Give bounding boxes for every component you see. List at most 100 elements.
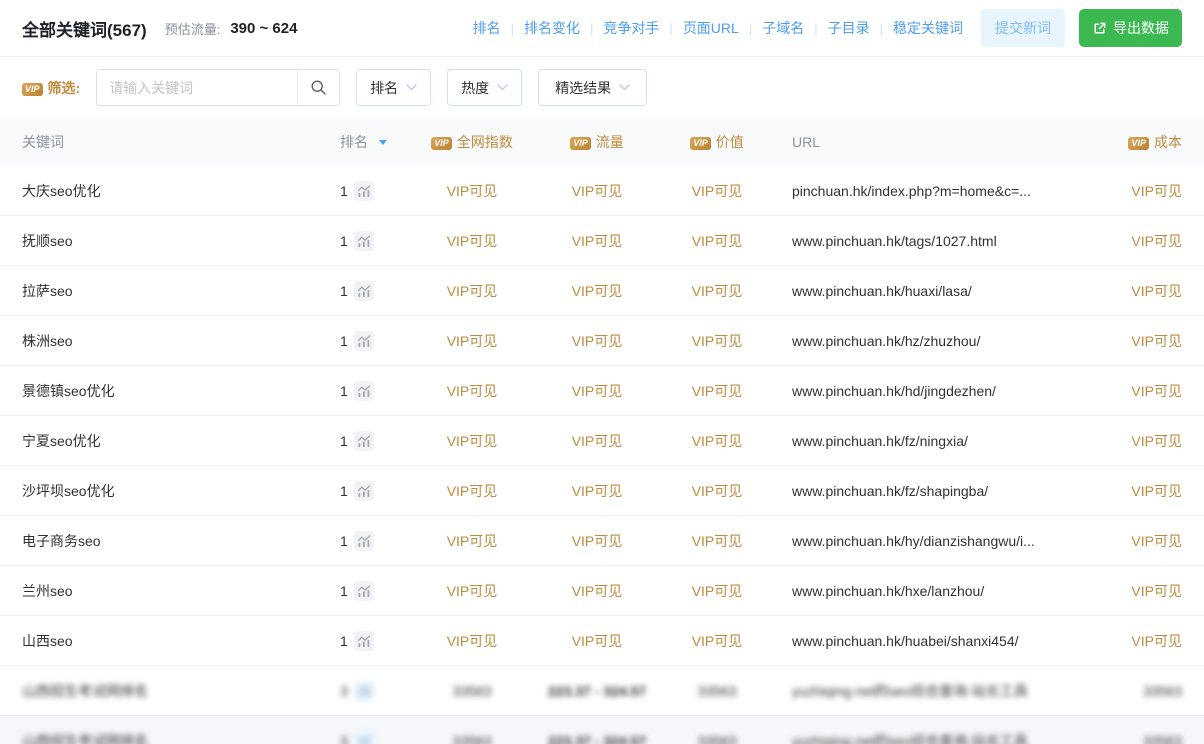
vip-locked-value[interactable]: VIP可见 (1131, 633, 1182, 649)
rank-trend-icon[interactable] (354, 581, 374, 601)
vip-locked-value[interactable]: VIP可见 (447, 633, 498, 649)
sort-desc-icon[interactable] (379, 140, 387, 145)
index-cell[interactable]: VIP可见 (412, 631, 532, 651)
url-cell[interactable]: www.pinchuan.hk/huaxi/lasa/ (772, 283, 1074, 299)
nav-link-5[interactable]: 子目录 (828, 18, 870, 38)
rank-trend-icon[interactable] (354, 181, 374, 201)
index-cell[interactable]: VIP可见 (412, 231, 532, 251)
vip-locked-value[interactable]: VIP可见 (692, 183, 743, 199)
vip-locked-value[interactable]: VIP可见 (1131, 483, 1182, 499)
vip-locked-value[interactable]: VIP可见 (1131, 533, 1182, 549)
cost-cell[interactable]: VIP可见 (1074, 281, 1182, 301)
url-link[interactable]: www.pinchuan.hk/hz/zhuzhou/ (792, 333, 980, 349)
search-input[interactable] (97, 70, 297, 105)
vip-locked-value[interactable]: VIP可见 (692, 633, 743, 649)
vip-locked-value[interactable]: VIP可见 (572, 333, 623, 349)
index-cell[interactable]: VIP可见 (412, 581, 532, 601)
url-link[interactable]: www.pinchuan.hk/huabei/shanxi454/ (792, 633, 1019, 649)
url-cell[interactable]: pinchuan.hk/index.php?m=home&c=... (772, 183, 1074, 199)
vip-locked-value[interactable]: VIP可见 (447, 183, 498, 199)
vip-locked-value[interactable]: VIP可见 (692, 483, 743, 499)
value-cell[interactable]: VIP可见 (662, 481, 772, 501)
vip-locked-value[interactable]: VIP可见 (447, 233, 498, 249)
url-link[interactable]: pinchuan.hk/index.php?m=home&c=... (792, 183, 1031, 199)
index-cell[interactable]: VIP可见 (412, 181, 532, 201)
keyword-cell[interactable]: 拉萨seo (22, 281, 340, 301)
vip-locked-value[interactable]: VIP可见 (572, 483, 623, 499)
value-cell[interactable]: VIP可见 (662, 381, 772, 401)
traffic-cell[interactable]: VIP可见 (532, 381, 662, 401)
vip-locked-value[interactable]: VIP可见 (572, 433, 623, 449)
vip-locked-value[interactable]: VIP可见 (1131, 233, 1182, 249)
index-cell[interactable]: VIP可见 (412, 481, 532, 501)
rank-trend-icon[interactable] (354, 381, 374, 401)
keyword-cell[interactable]: 株洲seo (22, 331, 340, 351)
keyword-cell[interactable]: 抚顺seo (22, 231, 340, 251)
vip-locked-value[interactable]: VIP可见 (447, 283, 498, 299)
cost-cell[interactable]: VIP可见 (1074, 581, 1182, 601)
index-cell[interactable]: VIP可见 (412, 381, 532, 401)
vip-locked-value[interactable]: VIP可见 (447, 533, 498, 549)
traffic-cell[interactable]: VIP可见 (532, 431, 662, 451)
filter-dropdown-0[interactable]: 排名 (356, 69, 431, 106)
keyword-cell[interactable]: 景德镇seo优化 (22, 381, 340, 401)
index-cell[interactable]: VIP可见 (412, 431, 532, 451)
url-link[interactable]: www.pinchuan.hk/hy/dianzishangwu/i... (792, 533, 1035, 549)
vip-locked-value[interactable]: VIP可见 (572, 633, 623, 649)
value-cell[interactable]: VIP可见 (662, 181, 772, 201)
vip-locked-value[interactable]: VIP可见 (1131, 283, 1182, 299)
cost-cell[interactable]: VIP可见 (1074, 531, 1182, 551)
value-cell[interactable]: VIP可见 (662, 431, 772, 451)
vip-locked-value[interactable]: VIP可见 (692, 283, 743, 299)
vip-locked-value[interactable]: VIP可见 (572, 183, 623, 199)
traffic-cell[interactable]: VIP可见 (532, 281, 662, 301)
nav-link-2[interactable]: 竞争对手 (603, 18, 659, 38)
value-cell[interactable]: VIP可见 (662, 281, 772, 301)
vip-locked-value[interactable]: VIP可见 (692, 233, 743, 249)
keyword-cell[interactable]: 大庆seo优化 (22, 181, 340, 201)
submit-new-words-button[interactable]: 提交新词 (981, 9, 1065, 47)
vip-locked-value[interactable]: VIP可见 (692, 433, 743, 449)
value-cell[interactable]: VIP可见 (662, 631, 772, 651)
rank-trend-icon[interactable] (354, 331, 374, 351)
url-link[interactable]: www.pinchuan.hk/hxe/lanzhou/ (792, 583, 984, 599)
index-cell[interactable]: VIP可见 (412, 331, 532, 351)
export-data-button[interactable]: 导出数据 (1079, 9, 1182, 47)
nav-link-0[interactable]: 排名 (473, 18, 501, 38)
vip-locked-value[interactable]: VIP可见 (447, 483, 498, 499)
vip-locked-value[interactable]: VIP可见 (1131, 433, 1182, 449)
traffic-cell[interactable]: VIP可见 (532, 481, 662, 501)
vip-locked-value[interactable]: VIP可见 (572, 283, 623, 299)
vip-locked-value[interactable]: VIP可见 (1131, 583, 1182, 599)
url-link[interactable]: www.pinchuan.hk/tags/1027.html (792, 233, 997, 249)
nav-link-3[interactable]: 页面URL (683, 18, 739, 38)
url-cell[interactable]: www.pinchuan.hk/fz/ningxia/ (772, 433, 1074, 449)
vip-locked-value[interactable]: VIP可见 (1131, 333, 1182, 349)
url-cell[interactable]: www.pinchuan.hk/hd/jingdezhen/ (772, 383, 1074, 399)
keyword-cell[interactable]: 山西seo (22, 631, 340, 651)
index-cell[interactable]: VIP可见 (412, 281, 532, 301)
url-cell[interactable]: www.pinchuan.hk/fz/shapingba/ (772, 483, 1074, 499)
vip-locked-value[interactable]: VIP可见 (447, 433, 498, 449)
nav-link-4[interactable]: 子域名 (762, 18, 804, 38)
traffic-cell[interactable]: VIP可见 (532, 531, 662, 551)
value-cell[interactable]: VIP可见 (662, 231, 772, 251)
url-cell[interactable]: www.pinchuan.hk/hxe/lanzhou/ (772, 583, 1074, 599)
cost-cell[interactable]: VIP可见 (1074, 331, 1182, 351)
rank-trend-icon[interactable] (354, 281, 374, 301)
vip-locked-value[interactable]: VIP可见 (572, 233, 623, 249)
traffic-cell[interactable]: VIP可见 (532, 631, 662, 651)
vip-locked-value[interactable]: VIP可见 (572, 583, 623, 599)
vip-locked-value[interactable]: VIP可见 (572, 383, 623, 399)
vip-locked-value[interactable]: VIP可见 (692, 583, 743, 599)
rank-trend-icon[interactable] (354, 431, 374, 451)
filter-dropdown-1[interactable]: 热度 (447, 69, 522, 106)
keyword-cell[interactable]: 电子商务seo (22, 531, 340, 551)
rank-trend-icon[interactable] (354, 631, 374, 651)
value-cell[interactable]: VIP可见 (662, 531, 772, 551)
vip-locked-value[interactable]: VIP可见 (1131, 183, 1182, 199)
rank-trend-icon[interactable] (354, 231, 374, 251)
vip-locked-value[interactable]: VIP可见 (572, 533, 623, 549)
column-rank[interactable]: 排名 (340, 132, 412, 152)
url-link[interactable]: www.pinchuan.hk/fz/ningxia/ (792, 433, 968, 449)
